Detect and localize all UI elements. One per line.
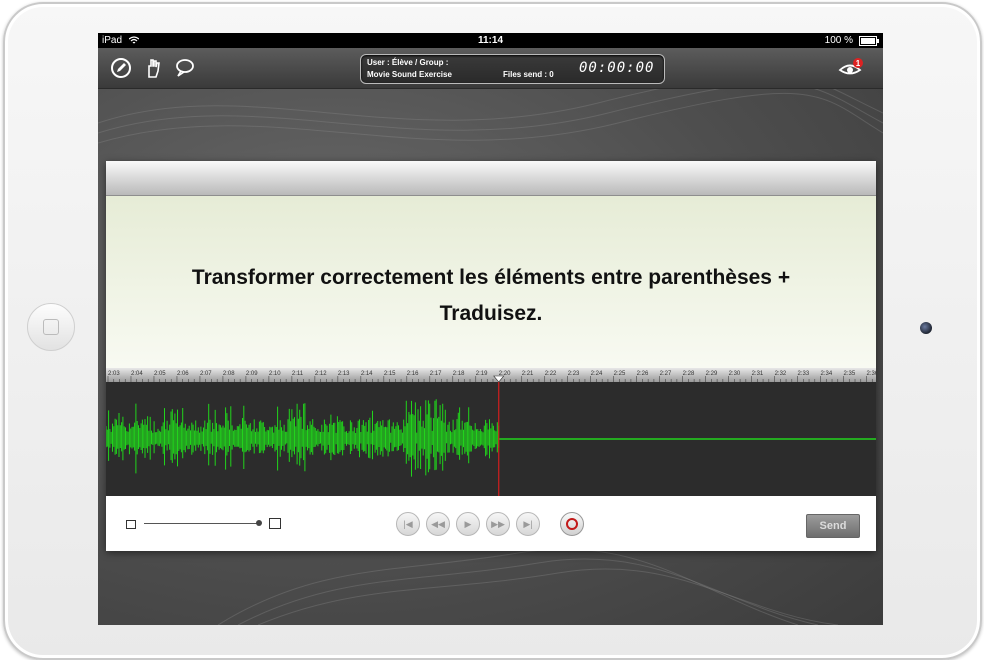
timeline-tick-label: 2:21 — [522, 371, 534, 377]
send-button[interactable]: Send — [806, 514, 860, 538]
panel-header — [106, 161, 876, 196]
timeline-tick-label: 2:23 — [568, 371, 580, 377]
timeline-tick-label: 2:34 — [821, 371, 833, 377]
timeline-tick-label: 2:35 — [844, 371, 856, 377]
clock: 11:14 — [477, 35, 504, 46]
volume-low-icon — [126, 520, 136, 529]
timeline-tick-label: 2:13 — [338, 371, 350, 377]
skip-to-start-button[interactable]: |◀ — [396, 512, 420, 536]
edit-icon[interactable] — [110, 57, 132, 79]
rewind-icon: ◀◀ — [431, 519, 445, 529]
timeline-tick-label: 2:07 — [200, 371, 212, 377]
timeline-tick-label: 2:27 — [660, 371, 672, 377]
timeline-tick-label: 2:18 — [453, 371, 465, 377]
battery-percent: 100 % — [824, 35, 853, 46]
timeline-tick-label: 2:25 — [614, 371, 626, 377]
record-button[interactable] — [560, 512, 584, 536]
session-info-box: User : Élève / Group : Movie Sound Exerc… — [360, 54, 665, 84]
timeline-tick-label: 2:33 — [798, 371, 810, 377]
timeline-tick-label: 2:24 — [591, 371, 603, 377]
instruction-area: Transformer correctement les éléments en… — [106, 196, 876, 368]
top-toolbar: User : Élève / Group : Movie Sound Exerc… — [98, 48, 883, 89]
timeline-tick-label: 2:19 — [476, 371, 488, 377]
recorded-waveform — [105, 399, 500, 477]
skip-to-end-button[interactable]: ▶| — [516, 512, 540, 536]
home-button[interactable] — [27, 303, 75, 351]
waveform — [105, 382, 876, 496]
timeline-tick-label: 2:22 — [545, 371, 557, 377]
timeline-tick-label: 2:05 — [154, 371, 166, 377]
skip-to-end-icon: ▶| — [523, 519, 533, 529]
eye-icon[interactable]: 1 — [838, 57, 864, 79]
notification-badge: 1 — [856, 59, 861, 68]
speech-bubble-icon[interactable] — [173, 57, 195, 79]
timeline-tick-label: 2:36 — [867, 371, 876, 377]
timeline-tick-label: 2:29 — [706, 371, 718, 377]
instruction-line-1: Transformer correctement les éléments en… — [191, 266, 791, 289]
session-timer: 00:00:00 — [579, 60, 655, 76]
timeline-tick-label: 2:15 — [384, 371, 396, 377]
exercise-name: Movie Sound Exercise — [367, 70, 452, 79]
timeline-tick-label: 2:31 — [752, 371, 764, 377]
fast-forward-icon: ▶▶ — [491, 519, 505, 529]
timeline-tick-label: 2:04 — [131, 371, 143, 377]
timeline-tick-label: 2:16 — [407, 371, 419, 377]
skip-to-start-icon: |◀ — [403, 519, 413, 529]
timeline-tick-label: 2:32 — [775, 371, 787, 377]
timeline-tick-label: 2:14 — [361, 371, 373, 377]
files-sent-count: Files send : 0 — [503, 70, 554, 79]
timeline-tick-label: 2:28 — [683, 371, 695, 377]
timeline-tick-label: 2:10 — [269, 371, 281, 377]
instruction-text: Transformer correctement les éléments en… — [126, 260, 856, 332]
waveform-view[interactable] — [105, 382, 876, 496]
control-bar: |◀ ◀◀ ▶ ▶▶ ▶| Send — [106, 496, 876, 551]
volume-high-icon — [269, 518, 281, 529]
timeline-tick-label: 2:06 — [177, 371, 189, 377]
timeline-ticks: 2:03 2:04 2:05 2:06 2:07 2:08 2:09 2:10 2:11 2:12… — [107, 371, 876, 382]
timeline-tick-label: 2:09 — [246, 371, 258, 377]
timeline-tick-label: 2:17 — [430, 371, 442, 377]
hand-icon[interactable] — [142, 57, 164, 79]
volume-slider-knob[interactable] — [256, 520, 262, 526]
timeline-tick-label: 2:26 — [637, 371, 649, 377]
timeline-tick-label: 2:11 — [292, 371, 304, 377]
timeline-tick-label: 2:03 — [108, 371, 120, 377]
play-button[interactable]: ▶ — [456, 512, 480, 536]
play-icon: ▶ — [464, 519, 472, 529]
status-bar: iPad 11:14 100 % — [98, 33, 883, 48]
timeline-tick-label: 2:30 — [729, 371, 741, 377]
user-group-label: User : Élève / Group : — [367, 58, 449, 67]
app-screen: iPad 11:14 100 % User : Élève / Group : … — [98, 33, 883, 625]
volume-slider-track[interactable] — [144, 523, 258, 524]
exercise-panel: Transformer correctement les éléments en… — [105, 161, 876, 551]
timeline-tick-label: 2:08 — [223, 371, 235, 377]
camera-icon — [920, 322, 932, 334]
rewind-button[interactable]: ◀◀ — [426, 512, 450, 536]
fast-forward-button[interactable]: ▶▶ — [486, 512, 510, 536]
instruction-line-2: Traduisez. — [439, 302, 543, 325]
timeline-tick-label: 2:12 — [315, 371, 327, 377]
timeline-ruler[interactable]: 2:03 2:04 2:05 2:06 2:07 2:08 2:09 2:10 2:11 2:12… — [106, 368, 876, 382]
battery-icon — [859, 36, 879, 46]
